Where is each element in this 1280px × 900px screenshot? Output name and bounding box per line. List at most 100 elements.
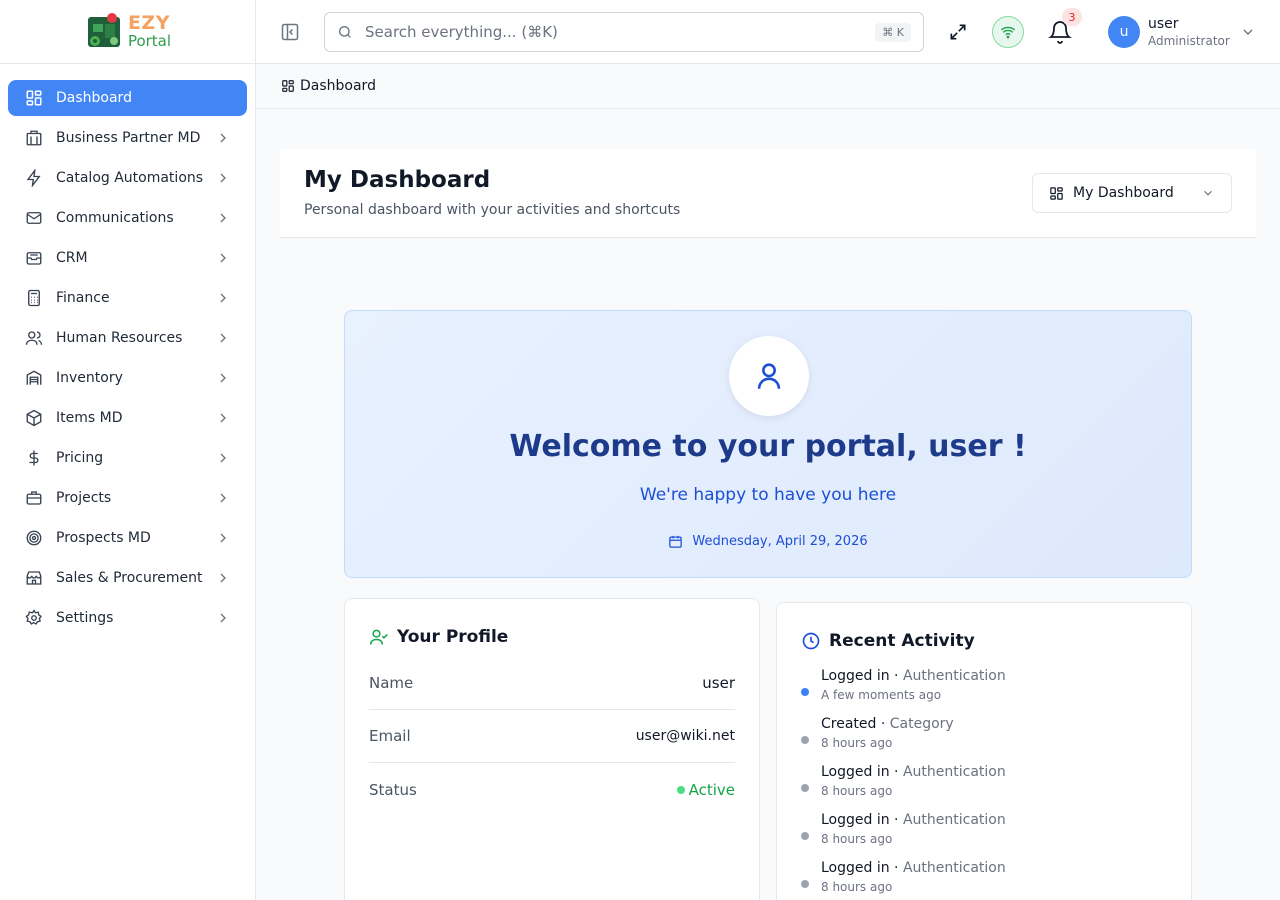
activity-item: Logged in · Authentication 8 hours ago	[801, 812, 1171, 852]
logo-icon	[87, 12, 120, 47]
activity-time: 8 hours ago	[821, 736, 893, 750]
dollar-icon	[24, 448, 44, 468]
sidebar-item-label: Business Partner MD	[56, 130, 201, 146]
page-header: My Dashboard Personal dashboard with you…	[280, 149, 1256, 238]
dashboard-grid-icon	[1050, 186, 1063, 200]
user-check-icon	[369, 629, 388, 645]
activity-time: 8 hours ago	[821, 832, 893, 846]
topbar: Search everything... (⌘K) ⌘ K 3 u user A…	[256, 0, 1280, 64]
sidebar-item-sales-procurement[interactable]: Sales & Procurement	[8, 560, 247, 596]
inbox-icon	[24, 248, 44, 268]
sidebar-toggle-icon[interactable]	[280, 22, 300, 42]
welcome-date: Wednesday, April 29, 2026	[345, 534, 1191, 549]
sidebar-item-catalog-automations[interactable]: Catalog Automations	[8, 160, 247, 196]
user-icon	[757, 363, 781, 389]
dashboard-grid-icon	[282, 80, 294, 92]
notifications-button[interactable]: 3	[1048, 8, 1082, 44]
sidebar-item-prospects-md[interactable]: Prospects MD	[8, 520, 247, 556]
clock-icon	[802, 632, 820, 650]
chevron-right-icon	[220, 493, 226, 503]
chevron-right-icon	[220, 173, 226, 183]
sidebar-item-settings[interactable]: Settings	[8, 600, 247, 636]
activity-category: Authentication	[902, 764, 1006, 780]
activity-action: Created	[821, 716, 877, 732]
chevron-right-icon	[220, 333, 226, 343]
sidebar-item-human-resources[interactable]: Human Resources	[8, 320, 247, 356]
activity-action: Logged in	[821, 764, 890, 780]
sidebar-item-projects[interactable]: Projects	[8, 480, 247, 516]
profile-row-email: Email user@wiki.net	[369, 710, 735, 763]
calendar-icon	[669, 535, 683, 548]
mail-icon	[24, 208, 44, 228]
brand-logo[interactable]: EZY Portal	[0, 0, 255, 64]
profile-value: user@wiki.net	[635, 728, 735, 744]
wifi-icon	[1000, 26, 1016, 39]
connection-status-button[interactable]	[992, 16, 1024, 48]
sidebar-item-label: Catalog Automations	[56, 170, 204, 186]
avatar: u	[1108, 16, 1140, 49]
profile-label: Email	[369, 727, 411, 745]
recent-activity-card: Recent Activity Logged in · Authenticati…	[776, 602, 1192, 900]
sidebar-item-inventory[interactable]: Inventory	[8, 360, 247, 396]
activity-category: Category	[889, 716, 954, 732]
sidebar-nav: Dashboard Business Partner MD Catalog Au…	[0, 64, 255, 656]
chevron-right-icon	[220, 413, 226, 423]
activity-dot	[801, 880, 809, 888]
notification-count-badge: 3	[1062, 8, 1082, 26]
sidebar-item-label: CRM	[56, 250, 88, 266]
brand-name-line2: Portal	[127, 32, 172, 50]
dashboard-selector[interactable]: My Dashboard	[1032, 173, 1232, 213]
sidebar-item-dashboard[interactable]: Dashboard	[8, 80, 247, 116]
activity-time: A few moments ago	[821, 688, 942, 702]
sidebar-item-items-md[interactable]: Items MD	[8, 400, 247, 436]
activity-item: Created · Category 8 hours ago	[801, 716, 1171, 756]
current-date: Wednesday, April 29, 2026	[692, 534, 868, 549]
breadcrumb-item[interactable]: Dashboard	[300, 78, 376, 94]
activity-action: Logged in	[821, 812, 890, 828]
chevron-right-icon	[220, 253, 226, 263]
activity-item: Logged in · Authentication 8 hours ago	[801, 860, 1171, 900]
chevron-right-icon	[220, 213, 226, 223]
welcome-subtitle: We're happy to have you here	[639, 485, 897, 505]
lightning-icon	[24, 168, 44, 188]
sidebar-item-crm[interactable]: CRM	[8, 240, 247, 276]
activity-action: Logged in	[821, 860, 890, 876]
sidebar-item-label: Pricing	[56, 450, 104, 466]
page-subtitle: Personal dashboard with your activities …	[304, 202, 681, 218]
activity-category: Authentication	[902, 860, 1006, 876]
chevron-down-icon	[1243, 29, 1253, 36]
dashboard-grid-icon	[24, 88, 44, 108]
user-name: user	[1148, 16, 1179, 32]
sidebar-item-pricing[interactable]: Pricing	[8, 440, 247, 476]
profile-row-name: Name user	[369, 657, 735, 710]
sidebar-item-label: Dashboard	[56, 90, 132, 106]
activity-item: Logged in · Authentication 8 hours ago	[801, 764, 1171, 804]
user-menu[interactable]: u user Administrator	[1108, 16, 1256, 49]
box-icon	[24, 408, 44, 428]
fullscreen-icon[interactable]	[948, 22, 968, 42]
breadcrumb: Dashboard	[256, 64, 1280, 109]
sidebar-item-label: Items MD	[56, 410, 123, 426]
user-avatar-circle	[729, 336, 809, 416]
search-input[interactable]: Search everything... (⌘K) ⌘ K	[324, 12, 924, 52]
chevron-down-icon	[1204, 190, 1212, 196]
sidebar-item-business-partner-md[interactable]: Business Partner MD	[8, 120, 247, 156]
status-value: Active	[688, 780, 735, 799]
sidebar-item-label: Projects	[56, 490, 112, 506]
dashboard-selector-value: My Dashboard	[1073, 185, 1174, 201]
chevron-right-icon	[220, 133, 226, 143]
brand-name-line1: EZY	[127, 12, 170, 34]
sidebar-item-communications[interactable]: Communications	[8, 200, 247, 236]
sidebar: EZY Portal Dashboard Business Partner MD…	[0, 0, 256, 900]
activity-dot	[801, 784, 809, 792]
chevron-right-icon	[220, 533, 226, 543]
sidebar-item-label: Settings	[56, 610, 114, 626]
warehouse-icon	[24, 368, 44, 388]
store-icon	[24, 568, 44, 588]
search-shortcut-hint: ⌘ K	[875, 22, 911, 42]
calculator-icon	[24, 288, 44, 308]
welcome-banner: Welcome to your portal, user ! We're hap…	[344, 310, 1192, 578]
sidebar-item-finance[interactable]: Finance	[8, 280, 247, 316]
search-icon	[339, 26, 351, 38]
sidebar-item-label: Sales & Procurement	[56, 570, 203, 586]
